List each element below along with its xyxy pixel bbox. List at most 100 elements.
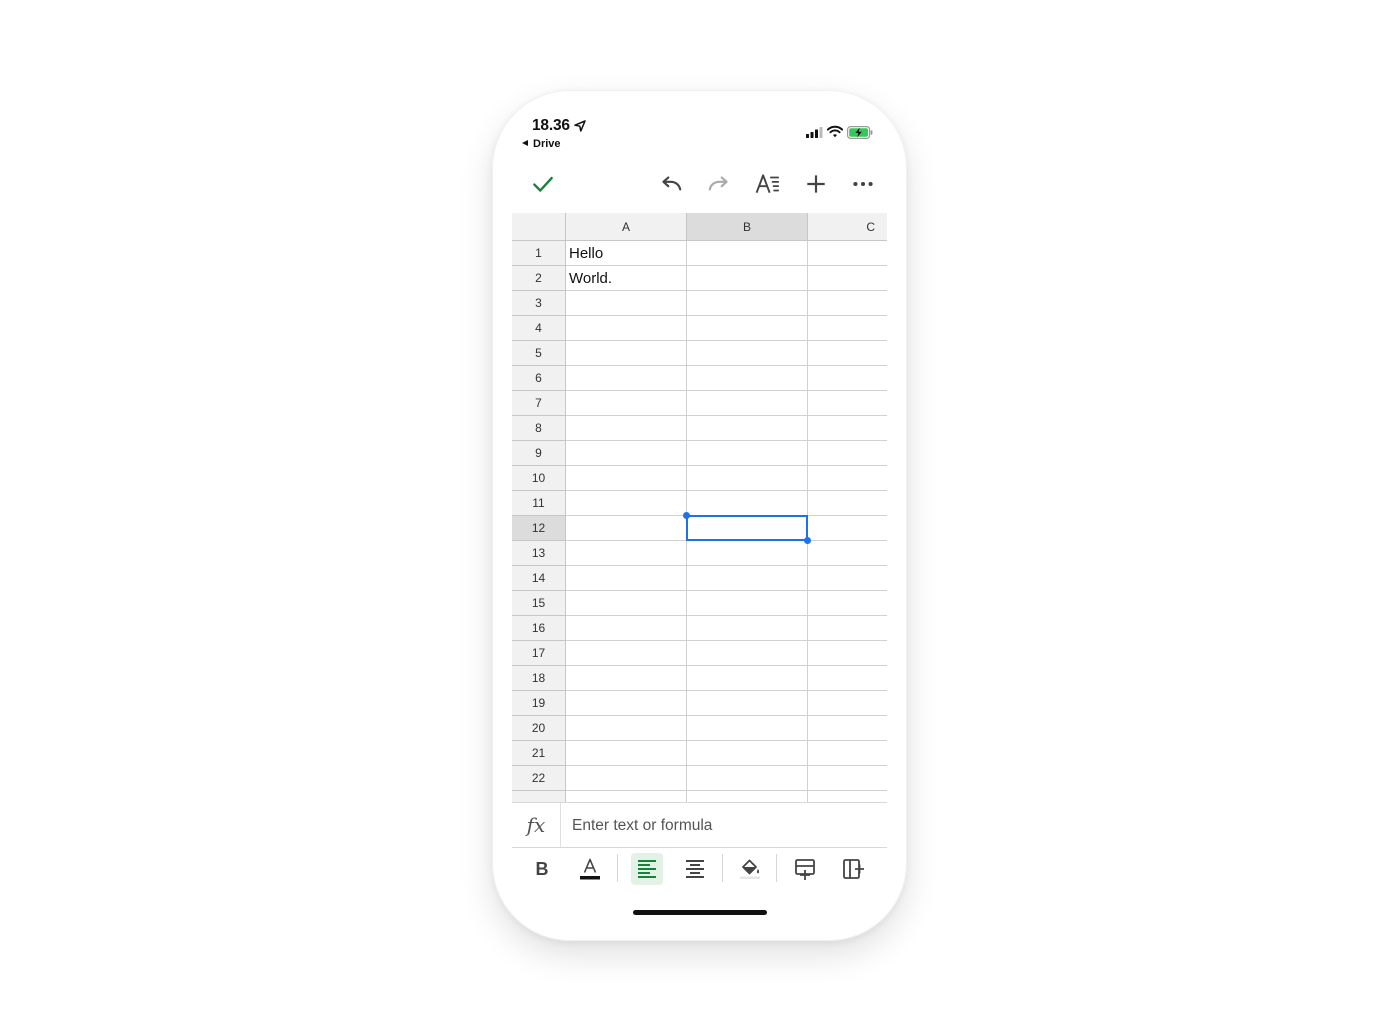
cell-a13[interactable] — [566, 541, 687, 566]
formula-input[interactable] — [561, 803, 894, 849]
bold-button[interactable]: B — [526, 853, 558, 885]
column-header-b[interactable]: B — [687, 213, 808, 241]
cell-a15[interactable] — [566, 591, 687, 616]
cell-b6[interactable] — [687, 366, 808, 391]
insert-row-button[interactable] — [789, 853, 821, 885]
cell-c6[interactable] — [808, 366, 887, 391]
row-header-7[interactable]: 7 — [512, 391, 566, 416]
row-header-19[interactable]: 19 — [512, 691, 566, 716]
cell-b12[interactable] — [687, 516, 808, 541]
cell-a11[interactable] — [566, 491, 687, 516]
cell-a6[interactable] — [566, 366, 687, 391]
insert-button[interactable] — [803, 171, 829, 197]
cell-a3[interactable] — [566, 291, 687, 316]
cell-c9[interactable] — [808, 441, 887, 466]
cell-b8[interactable] — [687, 416, 808, 441]
cell-c16[interactable] — [808, 616, 887, 641]
row-header-4[interactable]: 4 — [512, 316, 566, 341]
row-header-15[interactable]: 15 — [512, 591, 566, 616]
row-header-16[interactable]: 16 — [512, 616, 566, 641]
cell-b11[interactable] — [687, 491, 808, 516]
cell-c14[interactable] — [808, 566, 887, 591]
insert-column-button[interactable] — [838, 853, 870, 885]
spreadsheet-grid[interactable]: A B C 1 Hello 2 World. 3 4 5 6 7 8 9 10 11 12 13 14 15 16 17 1… — [512, 213, 887, 802]
row-header-6[interactable]: 6 — [512, 366, 566, 391]
row-header-9[interactable]: 9 — [512, 441, 566, 466]
cell-a5[interactable] — [566, 341, 687, 366]
cell-b13[interactable] — [687, 541, 808, 566]
cell-c5[interactable] — [808, 341, 887, 366]
row-header-3[interactable]: 3 — [512, 291, 566, 316]
cell-c3[interactable] — [808, 291, 887, 316]
cell-a9[interactable] — [566, 441, 687, 466]
text-format-button[interactable] — [755, 171, 781, 197]
align-center-button[interactable] — [679, 853, 711, 885]
cell-a12[interactable] — [566, 516, 687, 541]
cell-c21[interactable] — [808, 741, 887, 766]
row-header-10[interactable]: 10 — [512, 466, 566, 491]
cell-c19[interactable] — [808, 691, 887, 716]
cell-b22[interactable] — [687, 766, 808, 791]
row-header-14[interactable]: 14 — [512, 566, 566, 591]
row-header-21[interactable]: 21 — [512, 741, 566, 766]
cell-c2[interactable] — [808, 266, 887, 291]
row-header-18[interactable]: 18 — [512, 666, 566, 691]
cell-c13[interactable] — [808, 541, 887, 566]
cell-c22[interactable] — [808, 766, 887, 791]
cell-a10[interactable] — [566, 466, 687, 491]
cell-b17[interactable] — [687, 641, 808, 666]
cell-c4[interactable] — [808, 316, 887, 341]
cell-b9[interactable] — [687, 441, 808, 466]
cell-a7[interactable] — [566, 391, 687, 416]
cell-a2[interactable]: World. — [566, 266, 687, 291]
done-check-button[interactable] — [530, 171, 556, 197]
cell-a20[interactable] — [566, 716, 687, 741]
cell-c10[interactable] — [808, 466, 887, 491]
row-header-2[interactable]: 2 — [512, 266, 566, 291]
cell-c7[interactable] — [808, 391, 887, 416]
cell-b14[interactable] — [687, 566, 808, 591]
back-to-drive-link[interactable]: Drive — [522, 138, 561, 150]
redo-button[interactable] — [706, 171, 732, 197]
cell-a8[interactable] — [566, 416, 687, 441]
cell-b3[interactable] — [687, 291, 808, 316]
cell-a19[interactable] — [566, 691, 687, 716]
cell-c8[interactable] — [808, 416, 887, 441]
column-header-a[interactable]: A — [566, 213, 687, 241]
select-all-corner[interactable] — [512, 213, 566, 241]
cell-a22[interactable] — [566, 766, 687, 791]
cell-c17[interactable] — [808, 641, 887, 666]
cell-b1[interactable] — [687, 241, 808, 266]
cell-b7[interactable] — [687, 391, 808, 416]
cell-b20[interactable] — [687, 716, 808, 741]
cell-a21[interactable] — [566, 741, 687, 766]
cell-b16[interactable] — [687, 616, 808, 641]
row-header-11[interactable]: 11 — [512, 491, 566, 516]
cell-b19[interactable] — [687, 691, 808, 716]
row-header-8[interactable]: 8 — [512, 416, 566, 441]
column-header-c[interactable]: C — [808, 213, 887, 241]
cell-c12[interactable] — [808, 516, 887, 541]
cell-c1[interactable] — [808, 241, 887, 266]
row-header-17[interactable]: 17 — [512, 641, 566, 666]
row-header-13[interactable]: 13 — [512, 541, 566, 566]
align-left-button[interactable] — [631, 853, 663, 885]
row-header-20[interactable]: 20 — [512, 716, 566, 741]
cell-b18[interactable] — [687, 666, 808, 691]
cell-b10[interactable] — [687, 466, 808, 491]
cell-a17[interactable] — [566, 641, 687, 666]
row-header-22[interactable]: 22 — [512, 766, 566, 791]
cell-a18[interactable] — [566, 666, 687, 691]
function-fx-icon[interactable]: fx — [512, 803, 561, 847]
row-header-1[interactable]: 1 — [512, 241, 566, 266]
text-color-button[interactable] — [574, 853, 606, 885]
cell-a4[interactable] — [566, 316, 687, 341]
cell-b21[interactable] — [687, 741, 808, 766]
cell-a1[interactable]: Hello — [566, 241, 687, 266]
cell-a16[interactable] — [566, 616, 687, 641]
selection-handle-bottom-right[interactable] — [804, 537, 811, 544]
cell-b5[interactable] — [687, 341, 808, 366]
cell-a14[interactable] — [566, 566, 687, 591]
more-options-button[interactable] — [850, 171, 876, 197]
cell-b2[interactable] — [687, 266, 808, 291]
